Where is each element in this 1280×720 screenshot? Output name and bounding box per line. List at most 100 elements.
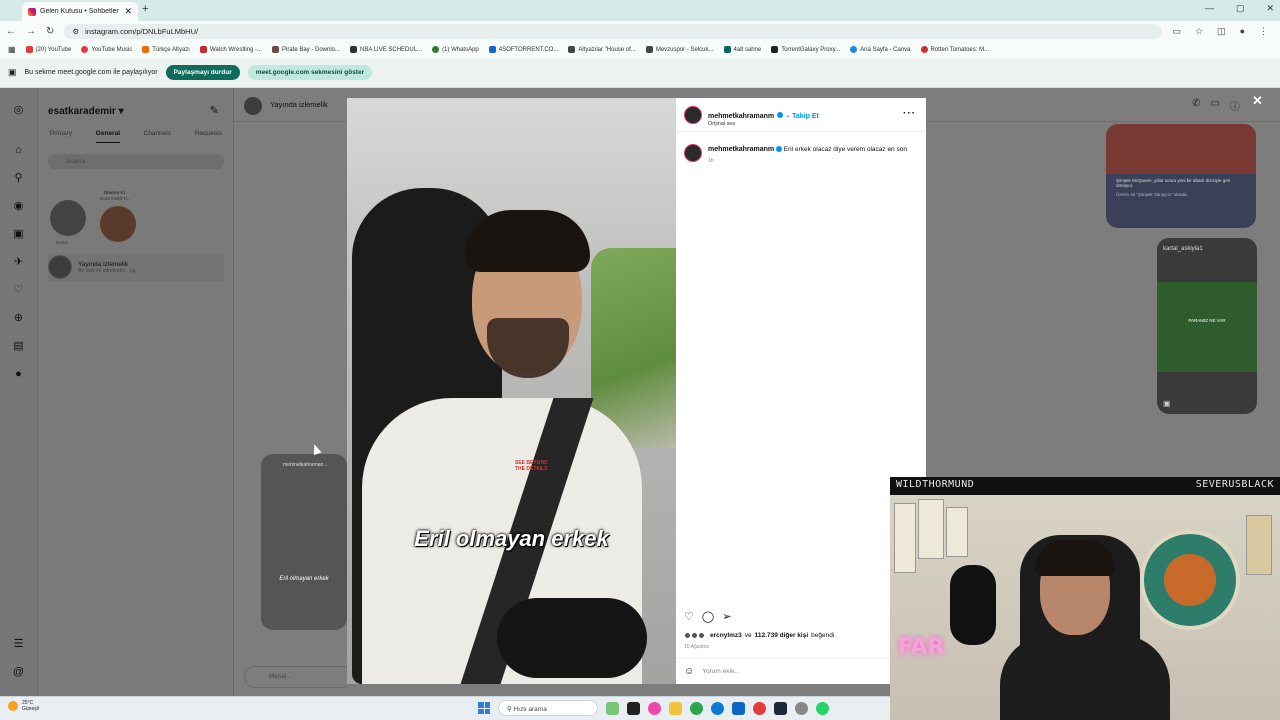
chat-avatar[interactable] [244, 97, 262, 115]
tab-primary[interactable]: Primary [50, 130, 72, 143]
new-tab-button[interactable]: + [142, 3, 148, 15]
steam-icon[interactable] [774, 701, 787, 715]
tab-channels[interactable]: Channels [144, 130, 171, 143]
explore-icon[interactable]: ◉ [12, 200, 25, 213]
address-bar[interactable]: ⚙ instagram.com/p/DNLbFuLMbHU/ [64, 23, 1163, 39]
dm-search-input[interactable]: Arama [48, 154, 224, 169]
bookmark-item[interactable]: Rotten Tomatoes: M... [920, 46, 989, 53]
share-icon[interactable]: ➢ [722, 610, 731, 623]
chrome-profile-icon[interactable] [753, 701, 766, 715]
caption-username[interactable]: mehmetkahramanm [708, 146, 774, 153]
weather-widget[interactable]: 25°C Güneşli [8, 700, 39, 712]
browser-tab[interactable]: Gelen Kutusu • Sohbetler ✕ [22, 2, 138, 21]
bookmark-item[interactable]: 4SOFTORRENT.CO... [488, 46, 558, 53]
extensions-icon[interactable]: ◫ [1217, 26, 1226, 37]
more-options-icon[interactable]: ··· [903, 108, 916, 119]
bookmark-item[interactable]: NBA LIVE SCHEDUL... [350, 46, 422, 53]
note-avatar[interactable] [100, 206, 136, 242]
bookmark-item[interactable]: (1) WhatsApp [432, 46, 479, 53]
comment-icon[interactable]: ◯ [702, 610, 714, 623]
shared-post-card[interactable]: Şimşek McQueen, yıllar sonra yeni bir ab… [1106, 124, 1256, 228]
reload-icon[interactable]: ↻ [46, 26, 54, 37]
cast-icon[interactable]: ▭ [1172, 26, 1181, 37]
task-view-icon[interactable] [627, 701, 640, 715]
dm-thread-item[interactable]: Yayında izlemelik Bir ekip ek gönderdin … [48, 253, 224, 281]
bookmark-item[interactable]: Watch Wrestling -... [199, 46, 262, 53]
likes-summary[interactable]: ercnylmz3 ve 112.739 diğer kişi beğendi [684, 632, 834, 639]
note-sub: Dora Kaleli Ti... [100, 196, 131, 201]
profile-icon[interactable]: ● [12, 368, 25, 381]
search-icon[interactable]: ⚲ [12, 172, 25, 185]
bookmark-star-icon[interactable]: ☆ [1195, 26, 1203, 37]
comment-box[interactable]: ☺ Yorum ekle... [676, 658, 926, 684]
bookmark-item[interactable]: Pirate Bay - Downlo... [272, 46, 340, 53]
phone-icon[interactable]: ✆ [1192, 98, 1200, 113]
compose-icon[interactable]: ✎ [210, 104, 219, 117]
bookmark-item[interactable]: (20) YouTube [25, 46, 71, 53]
maximize-button[interactable]: ▢ [1236, 3, 1245, 14]
author-username[interactable]: mehmetkahramanm [708, 113, 774, 120]
chat-title[interactable]: Yayında izlemelik [270, 100, 328, 109]
emoji-icon[interactable]: ☺ [684, 666, 694, 677]
thread-preview: Bir ekip ek gönderdin · 1g [78, 267, 135, 274]
dashboard-icon[interactable]: ▤ [12, 340, 25, 353]
dm-username[interactable]: esatkarademir ▾ [48, 106, 124, 117]
taskbar-search[interactable]: ⚲ Hızlı arama [498, 700, 598, 716]
bookmark-item[interactable]: Altyazılar "House of... [568, 46, 636, 53]
note-avatar[interactable] [50, 200, 86, 236]
follow-button[interactable]: Takip Et [792, 113, 819, 120]
notifications-icon[interactable]: ♡ [12, 284, 25, 297]
bookmark-item[interactable]: YouTube Music [81, 46, 132, 53]
widgets-icon[interactable] [606, 701, 619, 715]
chrome-icon[interactable] [690, 701, 703, 715]
stop-sharing-button[interactable]: Paylaşmayı durdur [165, 65, 240, 80]
tab-general[interactable]: General [95, 130, 121, 143]
messages-icon[interactable]: ✈ [12, 256, 25, 269]
minimize-button[interactable]: — [1205, 3, 1214, 14]
liked-count[interactable]: 112.739 diğer kişi [755, 632, 808, 639]
back-icon[interactable]: ← [6, 26, 16, 37]
whatsapp-icon[interactable] [816, 701, 829, 715]
bookmark-item[interactable]: Türkçe Altyazı [142, 46, 190, 53]
shared-reel-card[interactable]: mehmetkahraman... Eril olmayan erkek [261, 454, 347, 630]
bookmark-item[interactable]: TorrentGalaxy Proxy... [771, 46, 840, 53]
menu-icon[interactable]: ☰ [12, 638, 25, 651]
info-icon[interactable]: ⓘ [1230, 98, 1240, 113]
home-icon[interactable]: ⌂ [12, 144, 25, 157]
threads-icon[interactable]: @ [12, 666, 25, 679]
edge-icon[interactable] [711, 701, 724, 715]
liked-by-user[interactable]: ercnylmz3 [710, 632, 742, 639]
profile-icon[interactable]: ● [1240, 26, 1245, 37]
bookmark-item[interactable]: Mevzuspor - Selcuk... [645, 46, 714, 53]
outlook-icon[interactable] [732, 701, 745, 715]
shared-reel-card[interactable]: kartal_askiyla1 PARAMIZ NE VAR ▣ [1157, 238, 1257, 414]
tab-close-icon[interactable]: ✕ [124, 6, 132, 17]
forward-icon[interactable]: → [26, 26, 36, 37]
post-media[interactable]: SEE BEYOND THE DETAILS Eril olmayan erke… [347, 98, 676, 684]
windows-start-icon[interactable] [478, 702, 490, 714]
comment-input[interactable]: Yorum ekle... [702, 668, 740, 675]
close-window-button[interactable]: ✕ [1266, 3, 1274, 14]
copilot-icon[interactable] [648, 701, 661, 715]
caption-avatar[interactable] [684, 144, 702, 162]
create-icon[interactable]: ⊕ [12, 312, 25, 325]
tab-requests[interactable]: Requests [195, 130, 222, 143]
show-meet-tab-button[interactable]: meet.google.com sekmesini göster [247, 65, 373, 80]
apps-grid-icon[interactable]: ▦ [8, 45, 16, 54]
menu-dots-icon[interactable]: ⋮ [1259, 26, 1268, 37]
close-modal-icon[interactable]: ✕ [1252, 93, 1263, 109]
site-info-icon[interactable]: ⚙ [72, 27, 79, 36]
post-sidebar: mehmetkahramanm • Takip Et Orijinal ses … [676, 98, 926, 684]
bookmark-item[interactable]: Ana Sayfa - Canva [850, 46, 911, 53]
like-icon[interactable]: ♡ [684, 610, 694, 623]
reels-icon[interactable]: ▣ [12, 228, 25, 241]
settings-icon[interactable] [795, 701, 808, 715]
bookmark-item[interactable]: 4alt sahne [723, 46, 761, 53]
author-avatar[interactable] [684, 106, 702, 124]
message-input[interactable]: Mesaj... [244, 666, 354, 688]
audio-label[interactable]: Orijinal ses [708, 121, 819, 127]
instagram-logo-icon[interactable]: ◎ [12, 104, 25, 117]
tab-title: Gelen Kutusu • Sohbetler [40, 8, 119, 15]
video-call-icon[interactable]: ▭ [1211, 98, 1220, 113]
file-explorer-icon[interactable] [669, 701, 682, 715]
